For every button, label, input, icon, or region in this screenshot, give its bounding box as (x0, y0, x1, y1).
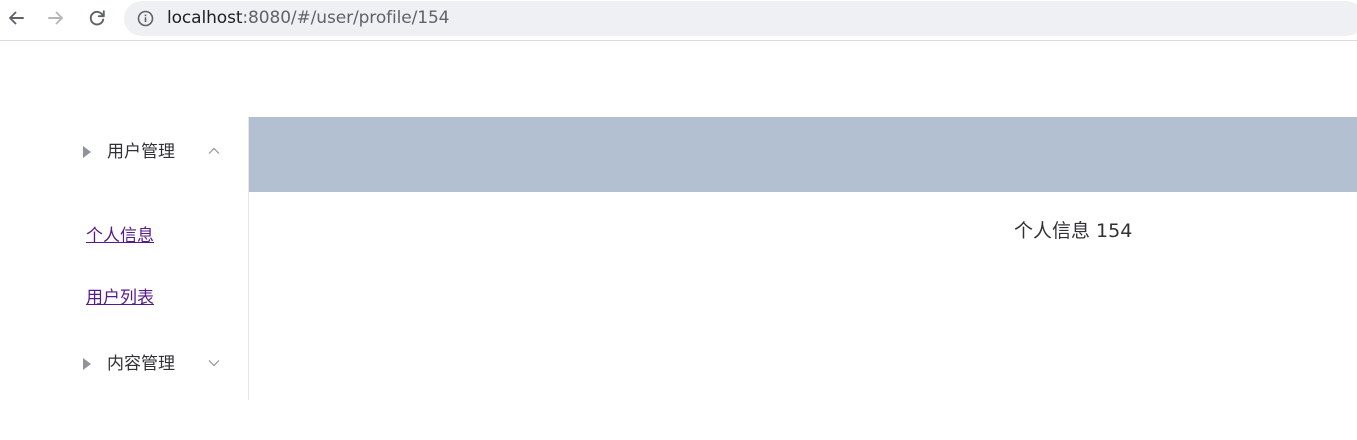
submenu-content-management[interactable]: 内容管理 (0, 329, 248, 385)
caret-right-icon (83, 358, 91, 370)
chevron-down-icon (208, 360, 220, 367)
browser-toolbar: localhost:8080/#/user/profile/154 (0, 0, 1357, 41)
sidebar-menu: 用户管理 个人信息 用户列表 内容管理 (0, 117, 249, 400)
back-button[interactable] (2, 4, 30, 32)
header-bar (249, 117, 1357, 192)
submenu-label: 用户管理 (107, 142, 175, 162)
sidebar-item-user-list[interactable]: 用户列表 (86, 287, 154, 309)
arrow-right-icon (48, 11, 63, 25)
sidebar-item-profile[interactable]: 个人信息 (86, 225, 154, 247)
forward-button[interactable] (42, 4, 70, 32)
address-bar[interactable]: localhost:8080/#/user/profile/154 (124, 1, 1357, 36)
page-content-text: 个人信息 154 (1014, 220, 1133, 242)
chevron-up-icon (208, 147, 220, 154)
url-host: localhost (167, 8, 243, 28)
url-path: :8080/#/user/profile/154 (242, 8, 450, 28)
caret-right-icon (83, 146, 91, 158)
arrow-left-icon (9, 11, 24, 25)
submenu-label: 内容管理 (107, 354, 175, 374)
reload-icon (89, 10, 105, 26)
url-text[interactable]: localhost:8080/#/user/profile/154 (167, 8, 450, 28)
info-icon[interactable] (137, 10, 154, 27)
submenu-user-management[interactable]: 用户管理 (0, 117, 248, 173)
reload-button[interactable] (83, 4, 111, 32)
